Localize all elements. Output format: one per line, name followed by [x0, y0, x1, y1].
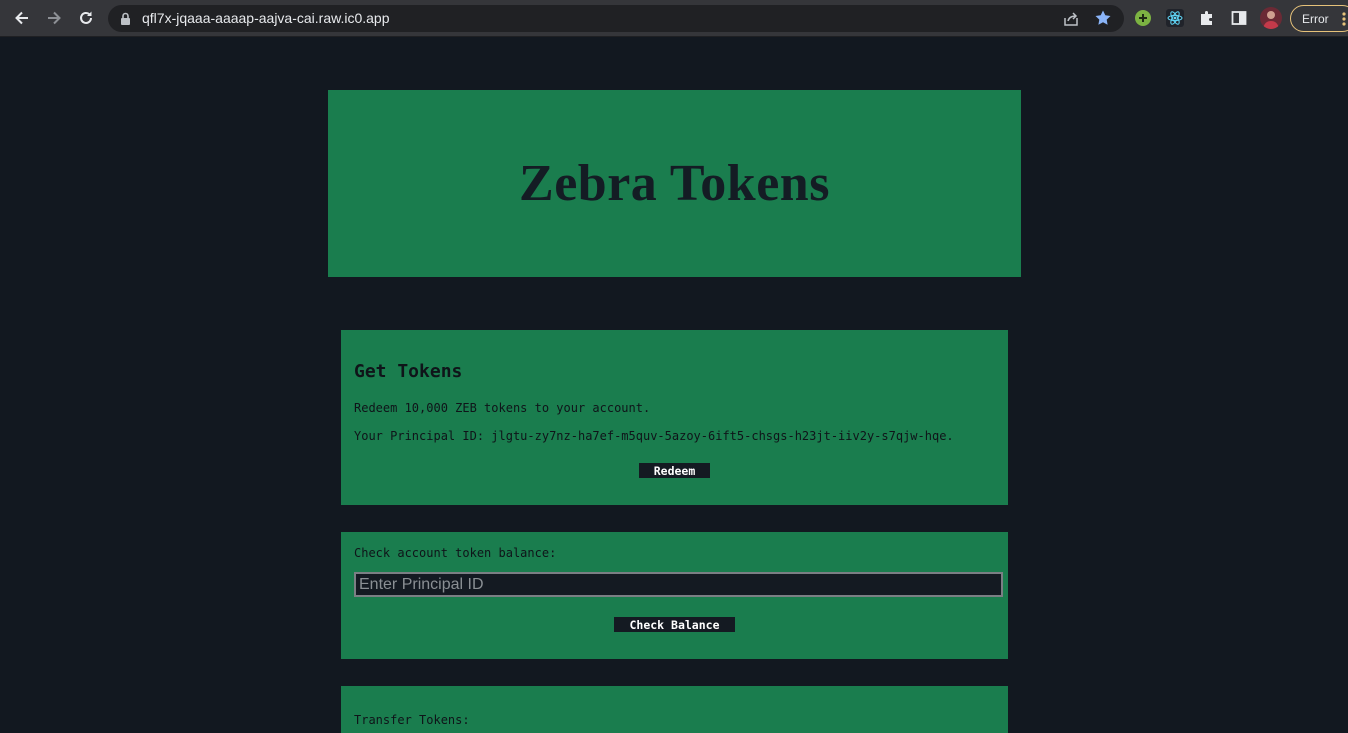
- error-status-label: Error: [1302, 12, 1329, 26]
- sidepanel-icon[interactable]: [1229, 8, 1249, 28]
- transfer-tokens-label: Transfer Tokens:: [354, 713, 470, 727]
- extension-plus-icon[interactable]: [1133, 8, 1153, 28]
- page-title: Zebra Tokens: [519, 155, 830, 212]
- header-banner: Zebra Tokens: [328, 90, 1021, 277]
- share-icon[interactable]: [1062, 10, 1080, 32]
- kebab-menu-icon[interactable]: [1342, 11, 1346, 30]
- get-tokens-card: Get Tokens Redeem 10,000 ZEB tokens to y…: [341, 330, 1008, 505]
- redeem-button[interactable]: Redeem: [639, 463, 710, 478]
- check-balance-card: Check account token balance: Check Balan…: [341, 532, 1008, 659]
- principal-id-input[interactable]: [354, 572, 1003, 597]
- error-status-button[interactable]: Error: [1290, 5, 1348, 32]
- address-bar[interactable]: qfl7x-jqaaa-aaaap-aajva-cai.raw.ic0.app: [108, 5, 1124, 32]
- url-text: qfl7x-jqaaa-aaaap-aajva-cai.raw.ic0.app: [142, 10, 390, 26]
- principal-id-text: Your Principal ID: jlgtu-zy7nz-ha7ef-m5q…: [354, 429, 954, 443]
- avatar[interactable]: [1260, 7, 1282, 29]
- get-tokens-heading: Get Tokens: [354, 361, 463, 382]
- reload-icon[interactable]: [74, 7, 98, 29]
- transfer-tokens-card: Transfer Tokens:: [341, 686, 1008, 733]
- check-balance-label: Check account token balance:: [354, 546, 557, 560]
- redeem-description: Redeem 10,000 ZEB tokens to your account…: [354, 401, 651, 415]
- star-icon[interactable]: [1094, 9, 1112, 31]
- lock-icon: [120, 11, 131, 30]
- forward-arrow-icon[interactable]: [42, 7, 66, 29]
- puzzle-icon[interactable]: [1197, 8, 1217, 28]
- browser-toolbar: qfl7x-jqaaa-aaaap-aajva-cai.raw.ic0.app …: [0, 0, 1348, 37]
- back-arrow-icon[interactable]: [10, 7, 34, 29]
- check-balance-button[interactable]: Check Balance: [614, 617, 735, 632]
- react-devtools-icon[interactable]: [1165, 8, 1185, 28]
